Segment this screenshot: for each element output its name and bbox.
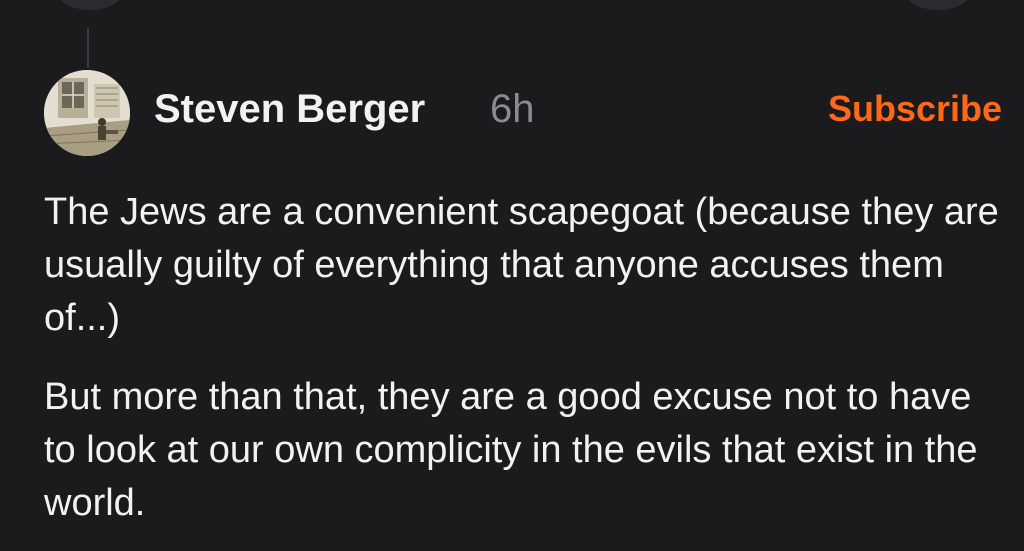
- comment-timestamp[interactable]: 6h: [490, 82, 535, 136]
- comment-paragraph: The Jews are a convenient scapegoat (bec…: [44, 191, 999, 339]
- subscribe-button[interactable]: Subscribe: [828, 82, 1002, 136]
- comment-body: The Jews are a convenient scapegoat (bec…: [44, 186, 1004, 530]
- previous-comment-avatar: [52, 0, 128, 10]
- vintage-engraving-icon: [44, 70, 130, 156]
- comment-paragraph: But more than that, they are a good excu…: [44, 376, 978, 524]
- previous-comment-action-button[interactable]: [900, 0, 976, 10]
- thread-connector-line: [87, 28, 89, 68]
- author-name[interactable]: Steven Berger: [154, 82, 425, 136]
- avatar[interactable]: [44, 70, 130, 156]
